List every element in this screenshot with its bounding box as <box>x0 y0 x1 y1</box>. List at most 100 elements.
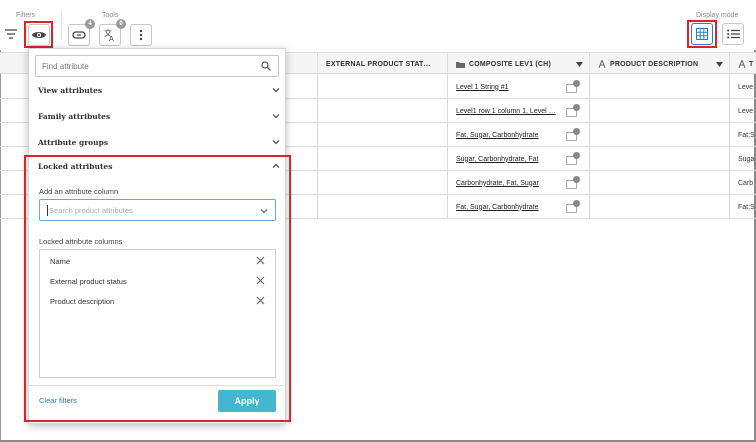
composite-link[interactable]: Fat, Sugar, Carbonhydrate <box>456 204 539 211</box>
link-badge: 4 <box>85 19 95 29</box>
cell-product-description[interactable] <box>590 195 730 219</box>
cell-composite[interactable]: Level 1 String #1 <box>448 75 590 99</box>
cell-product-description[interactable] <box>590 123 730 147</box>
column-header-product-description[interactable]: PRODUCT DESCRIPTION <box>590 53 730 75</box>
locked-item-label: Name <box>50 256 71 266</box>
cell-product-description[interactable] <box>590 99 730 123</box>
locked-item-label: External product status <box>50 276 127 286</box>
cell-text: Leve <box>738 107 754 115</box>
grid-view-button[interactable] <box>691 23 713 45</box>
find-attribute-placeholder: Find attribute <box>42 61 89 71</box>
view-attributes-button[interactable] <box>28 24 50 46</box>
column-header-external-status[interactable]: EXTERNAL PRODUCT STAT… <box>318 53 448 75</box>
comment-count-icon <box>573 128 580 135</box>
tools-label: Tools <box>102 12 119 19</box>
eye-icon <box>32 32 46 38</box>
cell-composite[interactable]: Carbonhydrate, Fat, Sugar <box>448 171 590 195</box>
filters-label: Filters <box>16 12 36 19</box>
link-icon <box>72 31 86 39</box>
clear-filters-link[interactable]: Clear filters <box>39 396 77 405</box>
comment-count-icon <box>573 152 580 159</box>
cell-external-status[interactable] <box>318 171 448 195</box>
chevron-down-icon <box>272 114 280 119</box>
close-icon[interactable] <box>256 296 265 305</box>
cell-last[interactable]: Leve <box>730 99 756 123</box>
text-icon <box>598 60 606 68</box>
chevron-down-icon <box>272 140 280 145</box>
translate-badge: 0 <box>116 19 126 29</box>
toolbar: Filters Tools Display mode 4 文A 0 <box>0 0 756 50</box>
cell-external-status[interactable] <box>318 147 448 171</box>
comment-count-icon <box>573 200 580 207</box>
locked-columns-label: Locked attribute columns <box>39 237 123 246</box>
section-label: Attribute groups <box>38 137 109 147</box>
close-icon[interactable] <box>256 276 265 285</box>
cell-composite[interactable]: Sugar, Carbonhydrate, Fat <box>448 147 590 171</box>
cell-last[interactable]: Fat;S <box>730 195 756 219</box>
column-header-label: T <box>749 60 754 68</box>
section-attribute-groups[interactable]: Attribute groups <box>29 129 287 155</box>
chevron-down-icon <box>260 209 268 214</box>
cell-last[interactable]: Suga <box>730 147 756 171</box>
toolbar-separator <box>61 12 62 40</box>
cell-text: Suga <box>738 155 755 163</box>
cell-external-status[interactable] <box>318 75 448 99</box>
filter-icon <box>5 29 17 39</box>
text-caret <box>47 204 48 216</box>
section-view-attributes[interactable]: View attributes <box>29 77 287 103</box>
locked-columns-list: Name External product status Product des… <box>39 249 276 378</box>
cell-composite[interactable]: Fat, Sugar, Carbonhydrate <box>448 195 590 219</box>
comment-count-icon <box>573 176 580 183</box>
cell-external-status[interactable] <box>318 99 448 123</box>
composite-link[interactable]: Sugar, Carbonhydrate, Fat <box>456 156 539 163</box>
more-button[interactable] <box>130 24 152 46</box>
composite-link[interactable]: Level 1 String #1 <box>456 84 509 91</box>
more-vertical-icon <box>139 29 143 41</box>
folder-icon <box>456 61 465 68</box>
cell-last[interactable]: Carb <box>730 171 756 195</box>
cell-product-description[interactable] <box>590 75 730 99</box>
locked-item: Name <box>40 251 275 271</box>
composite-link[interactable]: Carbonhydrate, Fat, Sugar <box>456 180 539 187</box>
text-icon <box>738 60 746 68</box>
cell-external-status[interactable] <box>318 123 448 147</box>
filter-button[interactable] <box>0 23 22 45</box>
section-label: View attributes <box>38 85 103 95</box>
panel-footer-divider <box>29 385 285 386</box>
comment-count-icon <box>573 104 580 111</box>
cell-text: Fat;S <box>738 131 755 139</box>
chevron-down-icon <box>576 61 583 67</box>
list-view-button[interactable] <box>722 23 744 45</box>
svg-text:A: A <box>109 35 114 42</box>
column-header-composite[interactable]: COMPOSITE LEV1 (CH) <box>448 53 590 75</box>
cell-last[interactable]: Leve <box>730 75 756 99</box>
display-mode-label: Display mode <box>696 12 739 19</box>
locked-item: Product description <box>40 291 275 311</box>
locked-item-label: Product description <box>50 296 115 306</box>
section-family-attributes[interactable]: Family attributes <box>29 103 287 129</box>
column-header-last[interactable]: T <box>730 53 756 75</box>
grid-view-icon <box>696 28 708 40</box>
cell-composite[interactable]: Level1 row 1 column 1, Level … <box>448 99 590 123</box>
cell-external-status[interactable] <box>318 195 448 219</box>
close-icon[interactable] <box>256 256 265 265</box>
column-header-label: PRODUCT DESCRIPTION <box>610 60 699 68</box>
cell-product-description[interactable] <box>590 147 730 171</box>
find-attribute-input[interactable]: Find attribute <box>35 55 279 77</box>
translate-icon: 文A <box>104 28 114 42</box>
apply-button[interactable]: Apply <box>218 390 276 412</box>
chevron-down-icon <box>716 61 723 67</box>
list-view-icon <box>726 29 740 39</box>
select-placeholder: Search product attributes <box>49 205 133 215</box>
column-header-label: COMPOSITE LEV1 (CH) <box>469 60 551 68</box>
add-column-label: Add an attribute column <box>39 187 119 196</box>
cell-text: Leve <box>738 83 754 91</box>
cell-composite[interactable]: Fat, Sugar, Carbonhydrate <box>448 123 590 147</box>
locked-item: External product status <box>40 271 275 291</box>
cell-product-description[interactable] <box>590 171 730 195</box>
composite-link[interactable]: Fat, Sugar, Carbonhydrate <box>456 132 539 139</box>
composite-link[interactable]: Level1 row 1 column 1, Level … <box>456 108 556 115</box>
search-icon <box>261 61 271 71</box>
attribute-search-select[interactable]: Search product attributes <box>39 199 276 221</box>
cell-last[interactable]: Fat;S <box>730 123 756 147</box>
